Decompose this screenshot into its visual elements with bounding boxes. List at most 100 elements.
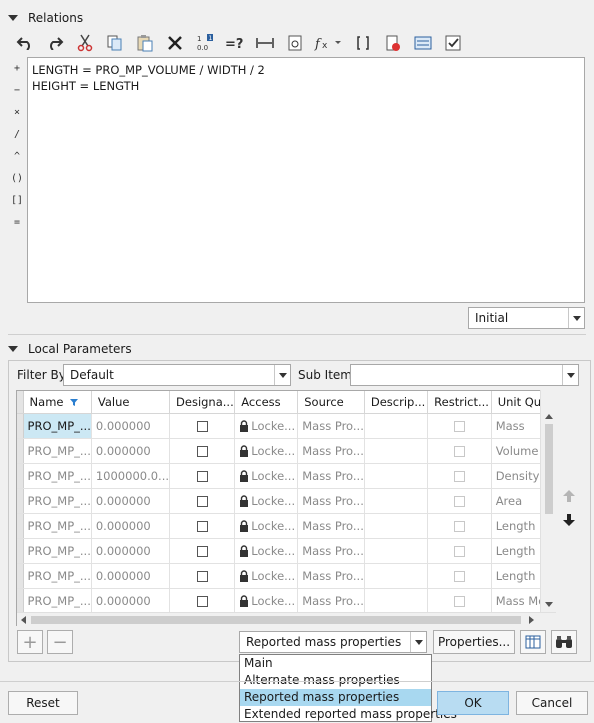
cell-access[interactable]: Locke... <box>234 488 299 514</box>
table-row[interactable]: PRO_MP_... 0.000000 Locke... Mass Pro... Len… <box>17 513 555 539</box>
cell-access[interactable]: Locke... <box>234 413 299 439</box>
cell-restricted[interactable] <box>427 513 492 539</box>
cell-access[interactable]: Locke... <box>234 513 299 539</box>
column-header-access[interactable]: Access <box>234 391 299 414</box>
designate-checkbox[interactable] <box>196 495 208 507</box>
view-option-extended[interactable]: Extended reported mass properties <box>240 706 457 723</box>
table-row[interactable]: PRO_MP_... 1000000.0... Locke... Mass Pro..… <box>17 463 555 489</box>
brackets-icon[interactable] <box>350 31 376 55</box>
cell-value[interactable]: 0.000000 <box>91 438 171 464</box>
cell-access[interactable]: Locke... <box>234 463 299 489</box>
cell-designate[interactable] <box>169 413 236 439</box>
cell-source[interactable]: Mass Pro... <box>297 513 365 539</box>
operator-multiply[interactable]: × <box>8 101 26 123</box>
evaluate-icon[interactable]: =? <box>222 31 248 55</box>
cell-name[interactable]: PRO_MP_... <box>23 538 92 564</box>
cell-name[interactable]: PRO_MP_... <box>23 588 92 614</box>
cell-source[interactable]: Mass Pro... <box>297 438 365 464</box>
sub-items-select[interactable] <box>350 364 579 386</box>
cell-source[interactable]: Mass Pro... <box>297 463 365 489</box>
cell-designate[interactable] <box>169 438 236 464</box>
cell-description[interactable] <box>364 413 429 439</box>
find-button[interactable] <box>551 630 577 654</box>
table-row[interactable]: PRO_MP_... 0.000000 Locke... Mass Pro... Len… <box>17 563 555 589</box>
operator-plus[interactable]: + <box>8 57 26 79</box>
table-row[interactable]: PRO_MP_... 0.000000 Locke... Mass Pro... Vol… <box>17 438 555 464</box>
cell-name[interactable]: PRO_MP_... <box>23 463 92 489</box>
delete-icon[interactable] <box>162 31 188 55</box>
scroll-left-arrow-icon[interactable] <box>21 616 26 624</box>
cell-name[interactable]: PRO_MP_... <box>23 563 92 589</box>
cell-restricted[interactable] <box>427 488 492 514</box>
table-row[interactable]: PRO_MP_... 0.000000 Locke... Mass Pro... Are… <box>17 488 555 514</box>
cell-access[interactable]: Locke... <box>234 538 299 564</box>
operator-divide[interactable]: / <box>8 123 26 145</box>
operator-parentheses[interactable]: () <box>8 167 26 189</box>
copy-icon[interactable] <box>102 31 128 55</box>
paste-icon[interactable] <box>132 31 158 55</box>
parameters-table[interactable]: Name Value Designa... Access Source Desc… <box>16 390 556 626</box>
cell-name[interactable]: PRO_MP_... <box>23 488 92 514</box>
sort-relations-icon[interactable] <box>410 31 436 55</box>
designate-checkbox[interactable] <box>196 595 208 607</box>
relations-editor[interactable]: LENGTH = PRO_MP_VOLUME / WIDTH / 2 HEIGH… <box>27 57 585 303</box>
column-header-restricted[interactable]: Restrict... <box>427 391 492 414</box>
reset-button[interactable]: Reset <box>8 691 78 715</box>
cell-restricted[interactable] <box>427 463 492 489</box>
cancel-button[interactable]: Cancel <box>516 691 588 715</box>
redo-icon[interactable] <box>42 31 68 55</box>
cell-description[interactable] <box>364 513 429 539</box>
cell-designate[interactable] <box>169 463 236 489</box>
cell-value[interactable]: 0.000000 <box>91 413 171 439</box>
undo-icon[interactable] <box>12 31 38 55</box>
operator-equals[interactable]: = <box>8 211 26 233</box>
view-select[interactable]: Reported mass properties <box>239 631 427 653</box>
designate-checkbox[interactable] <box>196 470 208 482</box>
column-header-name[interactable]: Name <box>23 391 92 414</box>
ok-button[interactable]: OK <box>437 691 509 715</box>
table-columns-button[interactable] <box>520 630 546 654</box>
dimension-icon[interactable] <box>252 31 278 55</box>
cell-designate[interactable] <box>169 563 236 589</box>
chevron-down-icon[interactable] <box>274 365 290 385</box>
cell-source[interactable]: Mass Pro... <box>297 563 365 589</box>
relations-header[interactable]: Relations <box>8 10 83 26</box>
designate-checkbox[interactable] <box>196 445 208 457</box>
chevron-down-icon[interactable] <box>410 632 426 652</box>
filter-icon[interactable] <box>69 397 79 407</box>
verify-relations-icon[interactable] <box>380 31 406 55</box>
cell-access[interactable]: Locke... <box>234 588 299 614</box>
operator-minus[interactable]: − <box>8 79 26 101</box>
cell-value[interactable]: 0.000000 <box>91 513 171 539</box>
cell-access[interactable]: Locke... <box>234 563 299 589</box>
cell-value[interactable]: 0.000000 <box>91 488 171 514</box>
cell-value[interactable]: 0.000000 <box>91 588 171 614</box>
cell-restricted[interactable] <box>427 413 492 439</box>
operator-power[interactable]: ^ <box>8 145 26 167</box>
cell-name[interactable]: PRO_MP_... <box>23 413 92 439</box>
sort-numbers-icon[interactable]: 1 0.0 1 <box>192 31 218 55</box>
scroll-thumb[interactable] <box>545 424 553 514</box>
cell-restricted[interactable] <box>427 588 492 614</box>
scroll-up-arrow-icon[interactable] <box>545 414 553 419</box>
collapse-triangle-icon[interactable] <box>8 15 18 21</box>
cell-source[interactable]: Mass Pro... <box>297 538 365 564</box>
cut-icon[interactable] <box>72 31 98 55</box>
table-row[interactable]: PRO_MP_... 0.000000 Locke... Mass Pro... Mas… <box>17 588 555 614</box>
table-row[interactable]: PRO_MP_... 0.000000 Locke... Mass Pro... Mas… <box>17 413 555 439</box>
cell-description[interactable] <box>364 538 429 564</box>
column-header-description[interactable]: Descrip... <box>364 391 429 414</box>
designate-checkbox[interactable] <box>196 545 208 557</box>
operator-brackets[interactable]: [] <box>8 189 26 211</box>
scroll-thumb[interactable] <box>31 616 521 624</box>
chevron-down-icon[interactable] <box>568 308 584 328</box>
cell-designate[interactable] <box>169 538 236 564</box>
cell-source[interactable]: Mass Pro... <box>297 588 365 614</box>
cell-restricted[interactable] <box>427 438 492 464</box>
add-parameter-button[interactable]: + <box>17 630 43 654</box>
column-header-designate[interactable]: Designa... <box>169 391 236 414</box>
cell-value[interactable]: 0.000000 <box>91 538 171 564</box>
table-row[interactable]: PRO_MP_... 0.000000 Locke... Mass Pro... Len… <box>17 538 555 564</box>
cell-description[interactable] <box>364 588 429 614</box>
function-icon[interactable]: fx <box>312 31 346 55</box>
